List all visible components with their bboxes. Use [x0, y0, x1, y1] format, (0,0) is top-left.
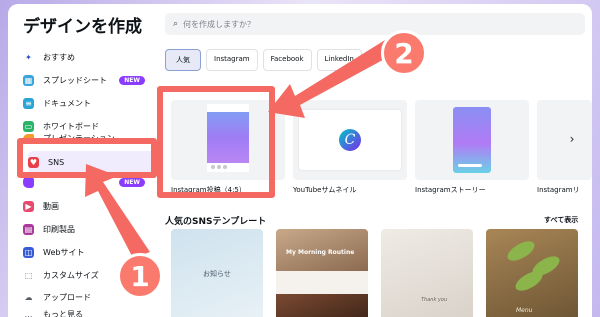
step-2-marker: 2: [381, 30, 427, 76]
arrow-1: [85, 164, 150, 258]
arrow-2: [268, 40, 392, 118]
annotation-arrows: [85, 40, 392, 258]
step-1-marker: 1: [117, 253, 163, 299]
